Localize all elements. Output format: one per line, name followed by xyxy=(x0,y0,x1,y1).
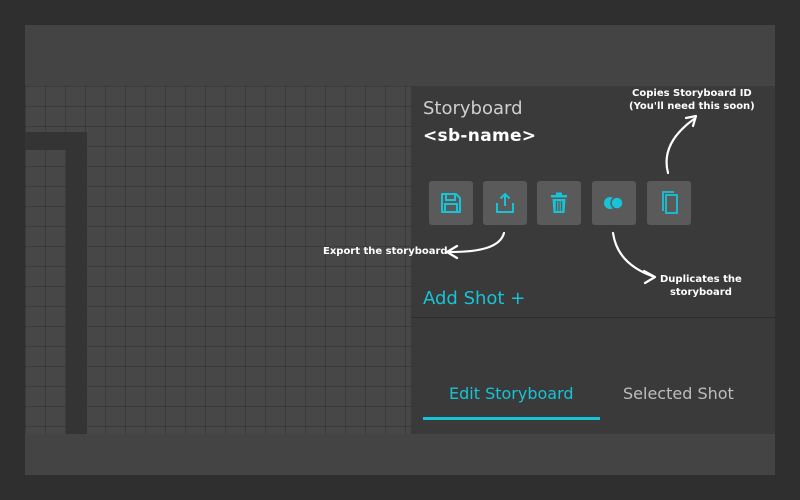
canvas-frame-side xyxy=(66,132,87,434)
panel-divider xyxy=(411,317,775,318)
active-tab-indicator xyxy=(423,417,600,420)
add-shot-button[interactable]: Add Shot + xyxy=(423,288,525,309)
save-icon xyxy=(441,193,461,213)
storyboard-name: <sb-name> xyxy=(423,126,537,146)
annotation-export: Export the storyboard xyxy=(323,246,448,257)
duplicate-button[interactable] xyxy=(592,181,636,225)
annotation-copy-id-line2: (You'll need this soon) xyxy=(629,101,755,112)
export-button[interactable] xyxy=(483,181,527,225)
annotation-duplicate-line2: storyboard xyxy=(669,287,732,298)
duplicate-icon xyxy=(604,196,624,210)
delete-button[interactable] xyxy=(537,181,581,225)
tab-selected-shot[interactable]: Selected Shot xyxy=(623,384,734,403)
save-button[interactable] xyxy=(429,181,473,225)
annotation-duplicate-line1: Duplicates the xyxy=(660,274,742,285)
annotation-duplicate: Duplicates the storyboard xyxy=(660,273,742,299)
tab-edit-storyboard[interactable]: Edit Storyboard xyxy=(449,384,574,403)
storyboard-panel: Storyboard <sb-name> Add Shot + Edit Sto… xyxy=(411,86,775,434)
copy-icon xyxy=(662,191,678,214)
annotation-copy-id: Copies Storyboard ID (You'll need this s… xyxy=(629,87,755,113)
panel-title: Storyboard xyxy=(423,98,523,119)
export-icon xyxy=(496,193,514,213)
annotation-copy-id-line1: Copies Storyboard ID xyxy=(632,88,752,99)
copy-id-button[interactable] xyxy=(647,181,691,225)
trash-icon xyxy=(551,192,567,213)
